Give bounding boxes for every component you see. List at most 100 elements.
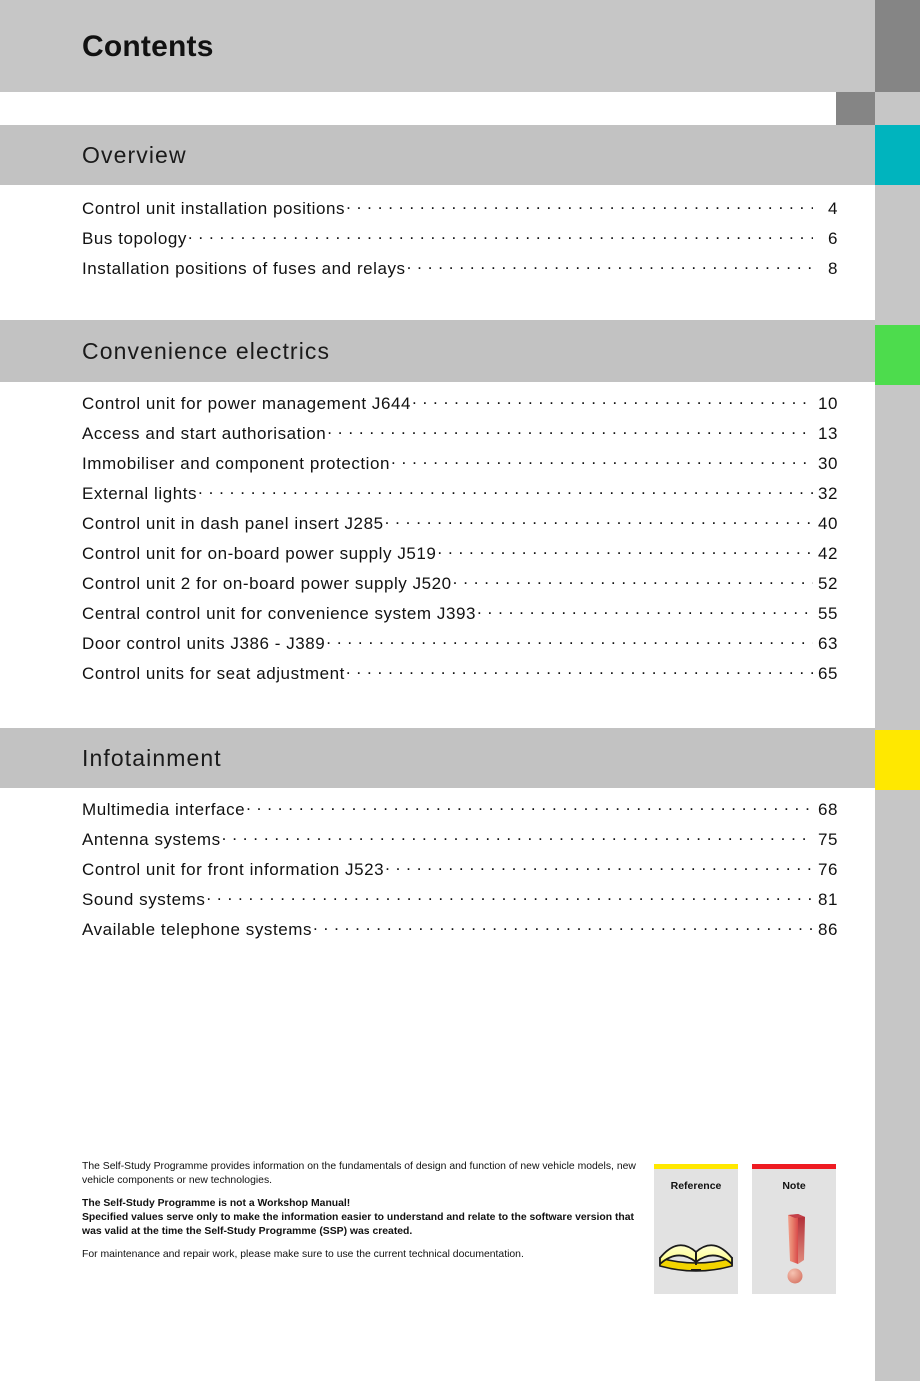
page-title: Contents	[82, 30, 214, 63]
toc-entry[interactable]: Antenna systems 75	[82, 828, 838, 858]
toc-entry-label: Central control unit for convenience sys…	[82, 604, 476, 623]
toc-entry[interactable]: Access and start authorisation 13	[82, 422, 838, 452]
legend-intro: The Self-Study Programme provides inform…	[82, 1161, 636, 1187]
toc-entry[interactable]: Control unit for on-board power supply J…	[82, 542, 838, 572]
toc-entry[interactable]: Door control units J386 - J389 63	[82, 632, 838, 662]
toc-entry-page: 4	[827, 199, 838, 218]
toc-group-infotainment: Multimedia interface 68 Antenna systems …	[82, 798, 838, 948]
toc-entry-page: 55	[817, 604, 838, 623]
toc-entry[interactable]: Control unit 2 for on-board power supply…	[82, 572, 838, 602]
toc-entry[interactable]: Control units for seat adjustment 65	[82, 662, 838, 692]
note-caption: Note	[782, 1180, 806, 1192]
toc-entry-page: 86	[817, 920, 838, 939]
toc-leader-dots	[453, 572, 813, 589]
index-tab-convenience	[875, 325, 920, 385]
toc-leader-dots	[391, 452, 813, 469]
reference-top-bar	[654, 1164, 738, 1169]
toc-entry[interactable]: Control unit for front information J523 …	[82, 858, 838, 888]
toc-entry-label: Control unit for on-board power supply J…	[82, 544, 437, 563]
toc-entry[interactable]: Sound systems 81	[82, 888, 838, 918]
toc-entry[interactable]: Central control unit for convenience sys…	[82, 602, 838, 632]
toc-leader-dots	[407, 257, 813, 274]
toc-group-convenience: Control unit for power management J644 1…	[82, 392, 838, 692]
toc-group-overview: Control unit installation positions 4 Bu…	[82, 197, 838, 287]
toc-entry-page: 63	[817, 634, 838, 653]
toc-leader-dots	[206, 888, 813, 905]
toc-entry-label: External lights	[82, 484, 198, 503]
toc-entry-page: 76	[817, 860, 838, 879]
toc-entry-label: Sound systems	[82, 890, 206, 909]
toc-leader-dots	[477, 602, 813, 619]
legend-closing: For maintenance and repair work, please …	[82, 1249, 524, 1261]
toc-entry-page: 75	[817, 830, 838, 849]
reference-caption: Reference	[670, 1180, 722, 1192]
toc-entry[interactable]: Bus topology 6	[82, 227, 838, 257]
toc-entry-label: Door control units J386 - J389	[82, 634, 326, 653]
legend-box-reference: Reference	[654, 1164, 738, 1294]
toc-entry-label: Control unit 2 for on-board power supply…	[82, 574, 452, 593]
toc-leader-dots	[346, 662, 813, 679]
toc-entry-page: 10	[817, 394, 838, 413]
toc-entry-page: 13	[817, 424, 838, 443]
legend-box-note: Note	[752, 1164, 836, 1294]
legend-spacer	[82, 1188, 637, 1197]
toc-entry-label: Immobiliser and component protection	[82, 454, 391, 473]
index-tab-infotainment	[875, 730, 920, 790]
toc-leader-dots	[313, 918, 813, 935]
section-title-convenience: Convenience electrics	[82, 338, 331, 364]
right-side-rail	[875, 0, 920, 1381]
toc-entry-page: 8	[827, 259, 838, 278]
toc-entry[interactable]: Available telephone systems 86	[82, 918, 838, 948]
toc-leader-dots	[188, 227, 813, 244]
toc-leader-dots	[412, 392, 813, 409]
toc-entry[interactable]: Multimedia interface 68	[82, 798, 838, 828]
exclamation-mark-icon	[752, 1208, 836, 1288]
toc-entry-page: 40	[817, 514, 838, 533]
legend-warning-line2: Specified values serve only to make the …	[82, 1212, 635, 1238]
toc-leader-dots	[327, 422, 813, 439]
rail-dark-header-block	[875, 0, 920, 92]
toc-entry-label: Available telephone systems	[82, 920, 312, 939]
toc-entry[interactable]: Control unit for power management J644 1…	[82, 392, 838, 422]
toc-entry-label: Control unit for power management J644	[82, 394, 411, 413]
toc-leader-dots	[385, 512, 813, 529]
toc-entry-page: 52	[817, 574, 838, 593]
toc-entry-page: 68	[817, 800, 838, 819]
toc-entry-label: Bus topology	[82, 229, 187, 248]
toc-leader-dots	[222, 828, 813, 845]
toc-entry-label: Control unit installation positions	[82, 199, 346, 218]
toc-entry-label: Installation positions of fuses and rela…	[82, 259, 406, 278]
toc-entry-label: Control units for seat adjustment	[82, 664, 345, 683]
legend-warning-line1: The Self-Study Programme is not a Worksh…	[82, 1198, 351, 1210]
toc-entry-label: Access and start authorisation	[82, 424, 327, 443]
toc-entry-page: 6	[827, 229, 838, 248]
open-book-icon	[654, 1208, 738, 1288]
toc-entry[interactable]: Control unit installation positions 4	[82, 197, 838, 227]
toc-entry[interactable]: Immobiliser and component protection 30	[82, 452, 838, 482]
toc-entry-page: 65	[817, 664, 838, 683]
note-top-bar	[752, 1164, 836, 1169]
toc-leader-dots	[246, 798, 813, 815]
toc-leader-dots	[437, 542, 813, 559]
rail-dark-notch-block	[836, 92, 875, 125]
toc-leader-dots	[326, 632, 813, 649]
toc-entry-page: 42	[817, 544, 838, 563]
toc-entry[interactable]: Installation positions of fuses and rela…	[82, 257, 838, 287]
toc-entry-label: Control unit in dash panel insert J285	[82, 514, 384, 533]
toc-entry-label: Antenna systems	[82, 830, 221, 849]
toc-leader-dots	[198, 482, 813, 499]
index-tab-overview	[875, 125, 920, 185]
toc-entry[interactable]: Control unit in dash panel insert J285 4…	[82, 512, 838, 542]
toc-entry[interactable]: External lights 32	[82, 482, 838, 512]
toc-entry-label: Multimedia interface	[82, 800, 246, 819]
toc-leader-dots	[346, 197, 813, 214]
toc-leader-dots	[385, 858, 813, 875]
toc-entry-page: 81	[817, 890, 838, 909]
toc-entry-label: Control unit for front information J523	[82, 860, 385, 879]
toc-entry-page: 32	[817, 484, 838, 503]
section-title-overview: Overview	[82, 142, 187, 168]
toc-entry-page: 30	[817, 454, 838, 473]
legend-spacer	[82, 1239, 637, 1248]
section-title-infotainment: Infotainment	[82, 745, 222, 771]
footer-legend-text: The Self-Study Programme provides inform…	[82, 1160, 637, 1262]
